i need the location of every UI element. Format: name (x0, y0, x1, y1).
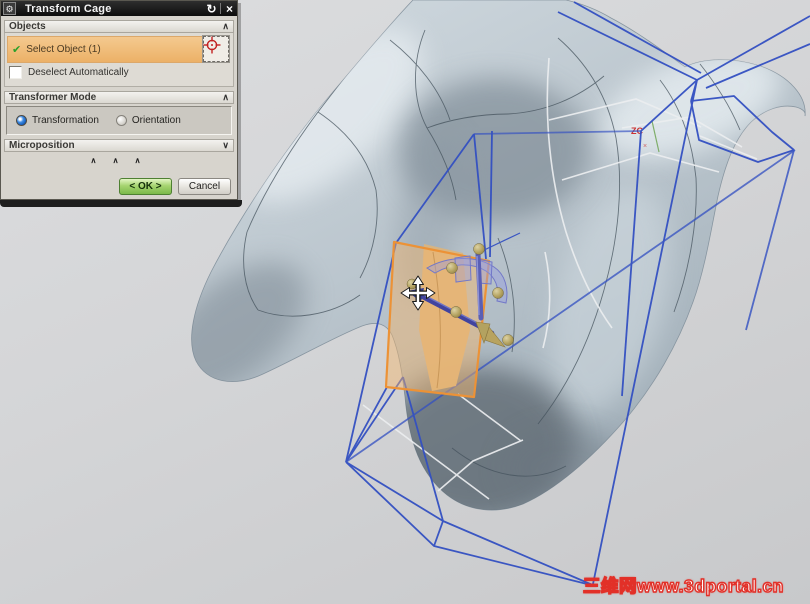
transformation-radio[interactable] (16, 115, 27, 126)
control-point-handle[interactable] (492, 287, 504, 299)
section-header-microposition[interactable]: Microposition ∨ (4, 139, 234, 152)
crosshair-target-icon (203, 36, 229, 62)
orientation-radio[interactable] (115, 115, 127, 126)
select-object-label: Select Object (1) (26, 44, 101, 55)
orientation-radio-label[interactable]: Orientation (132, 115, 181, 126)
microposition-header-label: Microposition (9, 140, 75, 151)
dialog-title: Transform Cage (25, 2, 112, 15)
transform-cage-dialog: ⚙ Transform Cage ↻ × Objects ∧ ✔ Select … (0, 0, 238, 200)
objects-panel: ✔ Select Object (1) Deselect Automatical… (4, 33, 234, 87)
snap-point-button[interactable] (202, 35, 230, 63)
section-header-transformer-mode[interactable]: Transformer Mode ∧ (4, 91, 234, 104)
dialog-bottom-bar (0, 200, 242, 207)
chevron-down-icon[interactable]: ∨ (222, 141, 229, 150)
deselect-automatically-row[interactable]: Deselect Automatically (9, 66, 129, 79)
objects-header-label: Objects (9, 21, 46, 32)
dialog-button-row: < OK > Cancel (119, 178, 231, 195)
svg-text:×: × (643, 143, 647, 150)
gear-icon: ⚙ (3, 2, 16, 15)
titlebar-separator (220, 3, 221, 14)
dialog-collapse-arrows[interactable]: ∧ ∧ ∧ (1, 156, 237, 165)
control-point-handle[interactable] (446, 262, 458, 274)
control-point-handle[interactable] (502, 334, 514, 346)
chevron-up-icon[interactable]: ∧ (222, 22, 229, 31)
cancel-button[interactable]: Cancel (178, 178, 231, 195)
control-point-handle[interactable] (450, 306, 462, 318)
deselect-checkbox-label: Deselect Automatically (28, 67, 129, 78)
deselect-checkbox[interactable] (9, 66, 22, 79)
ok-button[interactable]: < OK > (119, 178, 172, 195)
transformer-mode-header-label: Transformer Mode (9, 92, 97, 103)
check-icon: ✔ (12, 44, 22, 56)
chevron-up-icon[interactable]: ∧ (222, 93, 229, 102)
select-object-row[interactable]: ✔ Select Object (1) (7, 36, 203, 63)
watermark-text: 三维网www.3dportal.cn (582, 575, 784, 596)
control-point-handle[interactable] (473, 243, 485, 255)
application-window: ZC × ⚙ Transform Cage ↻ × Objects ∧ ✔ Se… (0, 0, 810, 604)
transformer-mode-panel: Transformation Orientation (6, 106, 232, 135)
dialog-shadow (238, 3, 241, 203)
section-header-objects[interactable]: Objects ∧ (4, 20, 234, 33)
reset-icon[interactable]: ↻ (204, 2, 219, 16)
dialog-titlebar[interactable]: ⚙ Transform Cage ↻ × (1, 1, 237, 16)
transformation-radio-label[interactable]: Transformation (32, 115, 99, 126)
close-icon[interactable]: × (222, 2, 237, 16)
